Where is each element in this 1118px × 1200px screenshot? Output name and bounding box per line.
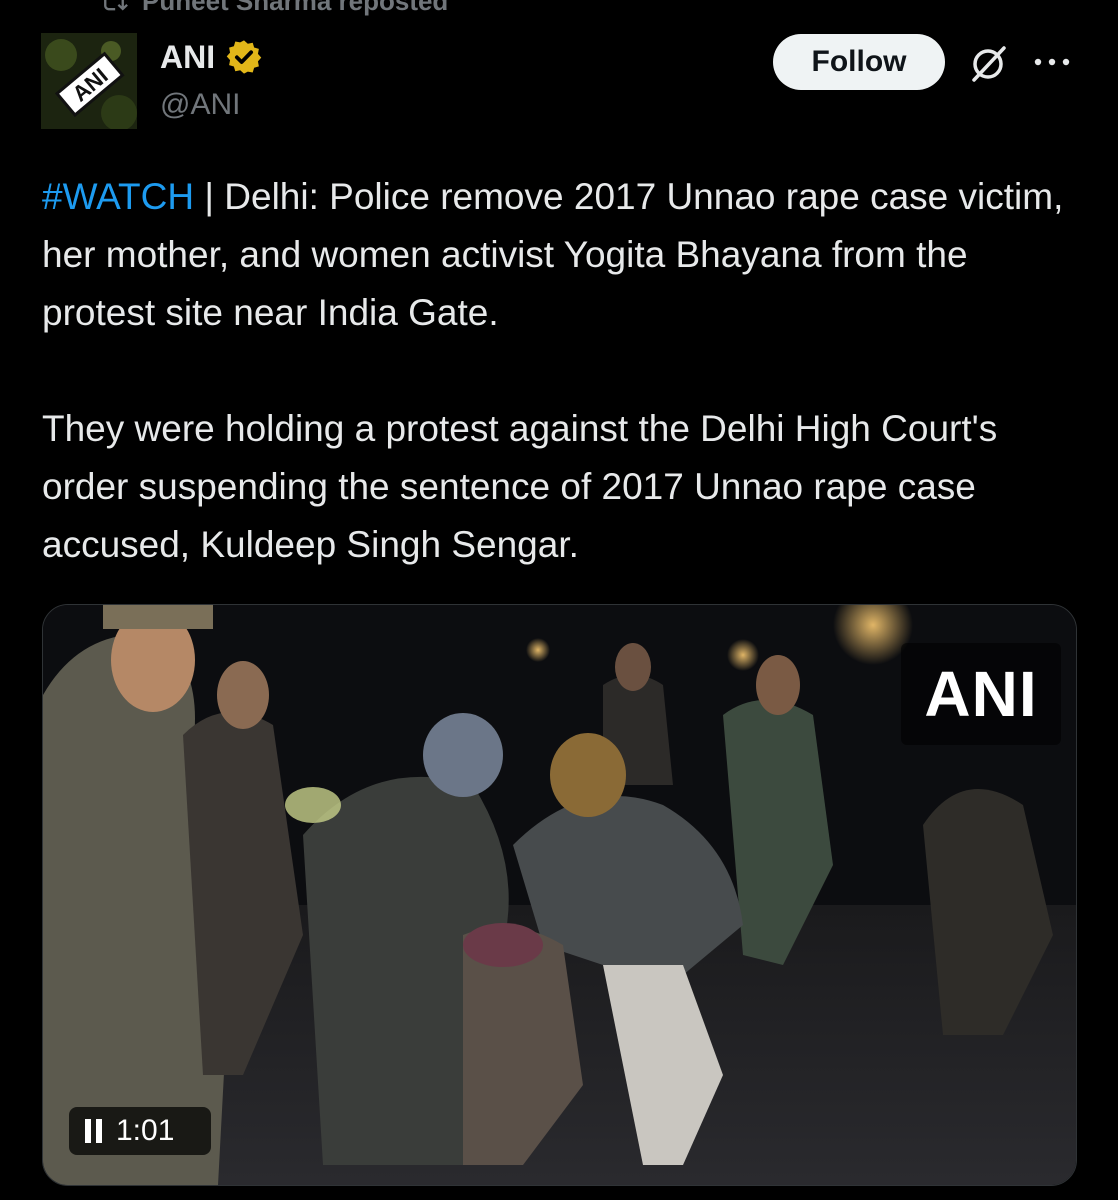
tweet-paragraph-2: They were holding a protest against the … — [42, 408, 998, 565]
follow-button[interactable]: Follow — [773, 34, 945, 90]
repost-label: Puneet Sharma reposted — [142, 0, 449, 16]
more-icon[interactable] — [1030, 50, 1074, 74]
video-time: 1:01 — [116, 1114, 175, 1147]
repost-header[interactable]: Puneet Sharma reposted — [100, 0, 448, 16]
hashtag-link[interactable]: #WATCH — [42, 176, 194, 217]
tweet-text: #WATCH | Delhi: Police remove 2017 Unnao… — [42, 168, 1082, 574]
verified-badge-icon[interactable] — [225, 38, 263, 76]
tweet-paragraph-1-body: | Delhi: Police remove 2017 Unnao rape c… — [42, 176, 1064, 333]
repost-icon — [104, 0, 128, 11]
ani-logo: ANI — [41, 33, 137, 129]
video-player[interactable]: ANI 1:01 — [42, 604, 1077, 1186]
grok-icon[interactable] — [966, 42, 1010, 86]
avatar[interactable]: ANI — [41, 33, 137, 129]
author-handle[interactable]: @ANI — [160, 88, 240, 122]
author-name[interactable]: ANI — [160, 39, 215, 76]
ani-watermark: ANI — [901, 643, 1061, 745]
video-controls[interactable]: 1:01 — [69, 1107, 211, 1155]
tweet-paragraph-1: #WATCH | Delhi: Police remove 2017 Unnao… — [42, 168, 1082, 342]
pause-icon[interactable] — [85, 1119, 102, 1143]
